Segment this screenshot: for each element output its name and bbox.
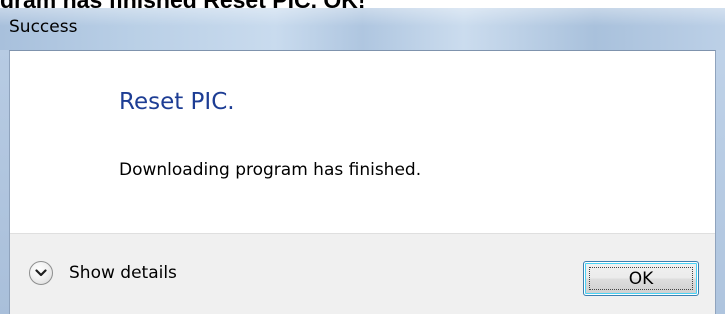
title-bar[interactable]: Success <box>0 8 725 50</box>
ok-button[interactable]: OK <box>583 261 699 296</box>
show-details-toggle[interactable]: Show details <box>29 258 177 288</box>
page: gram has finished Reset PIC. OK! Success… <box>0 0 725 314</box>
dialog-window: Success Reset PIC. Downloading program h… <box>0 8 725 314</box>
window-title: Success <box>9 17 78 37</box>
chevron-down-icon[interactable] <box>29 261 53 285</box>
message-text: Downloading program has finished. <box>119 160 422 180</box>
message-area: Reset PIC. Downloading program has finis… <box>10 51 715 233</box>
dialog-footer: Show details OK <box>10 233 715 314</box>
ok-button-label: OK <box>628 268 654 289</box>
show-details-label[interactable]: Show details <box>69 263 177 283</box>
window-frame-right <box>716 50 725 314</box>
main-instruction: Reset PIC. <box>119 89 235 115</box>
window-frame-left <box>0 50 9 314</box>
dialog-content: Reset PIC. Downloading program has finis… <box>9 50 716 314</box>
